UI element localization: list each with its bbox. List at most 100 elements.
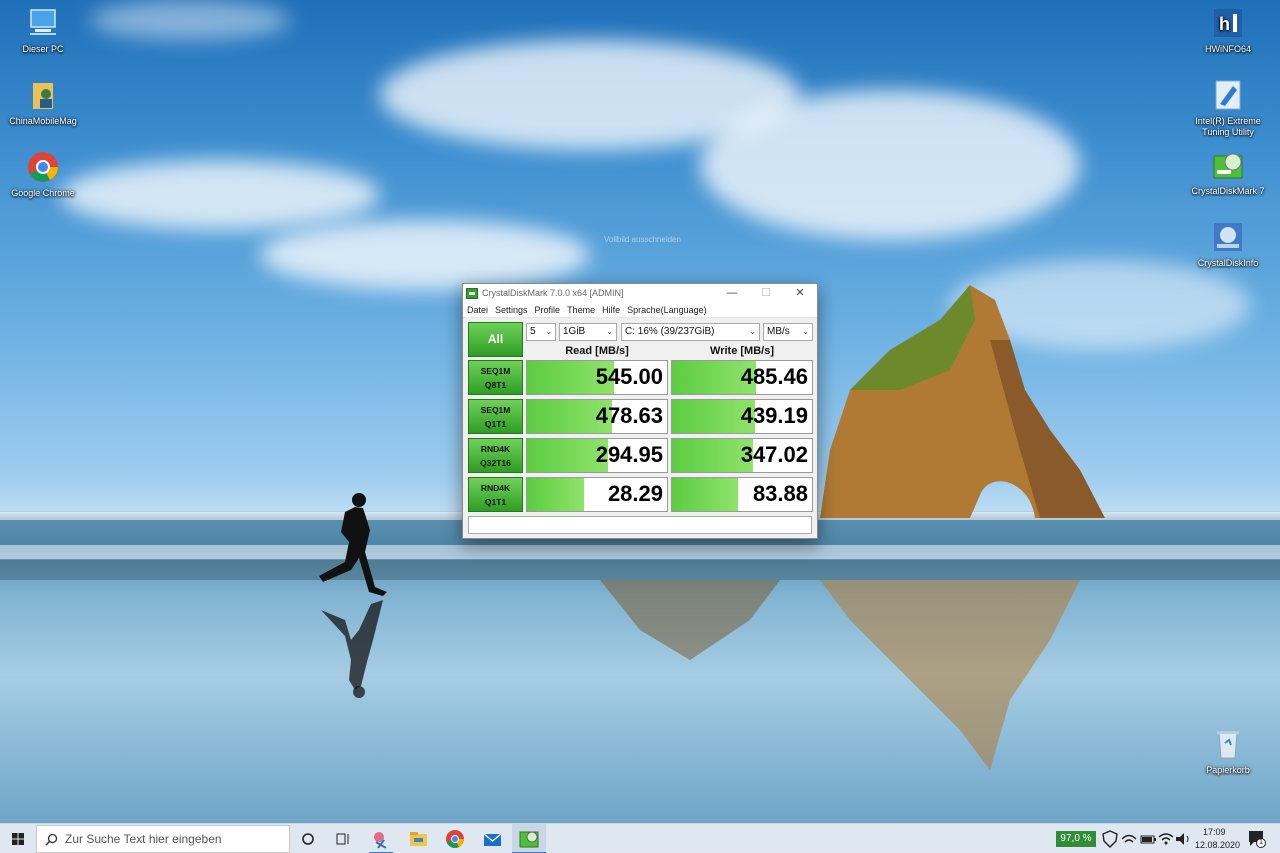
close-button[interactable]: ✕ [783,284,817,302]
write-result-value: 347.02 [740,442,808,467]
size-select-value: 1GiB [563,326,586,337]
desktop-icon-intel-xtu[interactable]: Intel(R) Extreme Tuning Utility [1185,78,1271,138]
test-params: Q32T16 [480,458,511,468]
read-result-cell: 294.95 [526,438,668,473]
desktop-icon-label: CrystalDiskMark 7 [1191,186,1265,196]
action-center-button[interactable]: 1 [1246,828,1268,850]
test-name: SEQ1M [480,366,511,376]
write-result-bar [672,478,738,511]
test-button-rnd4k-q32t16[interactable]: RND4K Q32T16 [468,438,523,473]
chevron-down-icon: ⌄ [802,327,809,336]
chrome-taskbar-icon[interactable] [444,828,466,850]
start-button[interactable] [0,824,36,853]
crystaldiskmark-taskbar-button[interactable] [512,824,546,853]
task-view-icon[interactable] [332,828,354,850]
menu-hilfe[interactable]: Hilfe [602,305,620,315]
windows-logo-icon [12,833,24,845]
cloud [260,220,590,290]
rock-arch [820,285,1105,518]
write-column-header: Write [MB/s] [710,345,774,357]
write-result-value: 439.19 [740,403,808,428]
test-name: RND4K [480,444,511,454]
read-result-bar [527,478,585,511]
test-name: RND4K [480,483,511,493]
title-bar[interactable]: CrystalDiskMark 7.0.0 x64 [ADMIN] — ☐ ✕ [463,284,817,302]
write-result-cell: 485.46 [671,360,813,395]
read-result-value: 545.00 [595,364,663,389]
volume-icon[interactable] [1173,829,1195,851]
drive-select[interactable]: C: 16% (39/237GiB) ⌄ [621,323,760,341]
run-all-button[interactable]: All [468,322,523,357]
wet-sand [0,560,1280,580]
cloud [700,90,1080,240]
clock-time[interactable]: 17:09 [1203,827,1226,837]
read-result-cell: 478.63 [526,399,668,434]
recycle-bin-icon [1211,727,1245,761]
desktop-icon-label: ChinaMobileMag [9,116,77,126]
desktop-icon-label: Google Chrome [11,188,75,198]
menu-theme[interactable]: Theme [567,305,595,315]
computer-icon [26,6,60,40]
test-params: Q1T1 [484,497,507,507]
desktop-icon-label: Papierkorb [1206,765,1250,775]
write-result-cell: 83.88 [671,477,813,512]
clock-date[interactable]: 12.08.2020 [1195,840,1240,850]
surf-line [0,545,1280,559]
taskbar: Zur Suche Text hier eingeben 97,0 % 17:0… [0,823,1280,853]
desktop-icon-hwinfo64[interactable]: h HWiNFO64 [1185,6,1271,55]
file-explorer-icon[interactable] [407,828,429,850]
desktop-icon-google-chrome[interactable]: Google Chrome [0,150,86,199]
desktop-icon-crystaldiskinfo[interactable]: CrystalDiskInfo [1185,220,1271,269]
maximize-button[interactable]: ☐ [749,284,783,302]
desktop-icon-label: Intel(R) Extreme Tuning Utility [1195,116,1261,137]
unit-select[interactable]: MB/s ⌄ [763,323,813,341]
search-icon [45,833,58,846]
intel-xtu-icon [1211,78,1245,112]
test-button-seq1m-q1t1[interactable]: SEQ1M Q1T1 [468,399,523,434]
battery-percentage-badge[interactable]: 97,0 % [1056,831,1096,847]
write-result-value: 485.46 [740,364,808,389]
test-button-rnd4k-q1t1[interactable]: RND4K Q1T1 [468,477,523,512]
menu-datei[interactable]: Datei [467,305,488,315]
crystaldiskinfo-icon [1211,220,1245,254]
snipping-tool-icon[interactable] [370,828,392,850]
read-result-cell: 28.29 [526,477,668,512]
rock-reflection [820,580,1080,770]
desktop-icon-papierkorb[interactable]: Papierkorb [1185,727,1271,776]
count-select[interactable]: 5 ⌄ [526,323,556,341]
ghost-text: Vollbild ausschneiden [604,235,681,244]
mail-icon[interactable] [481,828,503,850]
drive-select-value: C: 16% (39/237GiB) [625,326,715,337]
menu-sprache[interactable]: Sprache(Language) [627,305,707,315]
size-select[interactable]: 1GiB ⌄ [559,323,617,341]
user-folder-icon [26,78,60,112]
window-title: CrystalDiskMark 7.0.0 x64 [ADMIN] [482,288,624,298]
minimize-button[interactable]: — [715,284,749,302]
desktop-icon-crystaldiskmark[interactable]: CrystalDiskMark 7 [1185,148,1271,197]
chrome-icon [26,150,60,184]
test-params: Q8T1 [484,380,507,390]
cortana-icon[interactable] [297,828,319,850]
chevron-down-icon: ⌄ [545,327,552,336]
menu-bar: Datei Settings Profile Theme Hilfe Sprac… [463,302,817,318]
crystaldiskmark-window[interactable]: CrystalDiskMark 7.0.0 x64 [ADMIN] — ☐ ✕ … [462,283,818,539]
read-column-header: Read [MB/s] [565,345,629,357]
menu-profile[interactable]: Profile [535,305,561,315]
notification-count: 1 [1256,838,1266,848]
desktop-icon-dieser-pc[interactable]: Dieser PC [0,6,86,55]
test-button-seq1m-q8t1[interactable]: SEQ1M Q8T1 [468,360,523,395]
chevron-down-icon: ⌄ [606,327,613,336]
chevron-down-icon: ⌄ [749,327,756,336]
menu-settings[interactable]: Settings [495,305,528,315]
crystaldiskmark-app-icon [466,287,478,299]
unit-select-value: MB/s [767,326,790,337]
read-result-value: 478.63 [595,403,663,428]
read-result-cell: 545.00 [526,360,668,395]
desktop-icon-chinamobilemag[interactable]: ChinaMobileMag [0,78,86,127]
comment-field[interactable] [468,516,812,534]
desktop-icon-label: HWiNFO64 [1204,44,1251,54]
search-box[interactable]: Zur Suche Text hier eingeben [36,825,290,853]
desktop-icon-label: Dieser PC [22,44,64,54]
count-select-value: 5 [530,326,536,337]
rock-reflection-small [600,580,780,660]
